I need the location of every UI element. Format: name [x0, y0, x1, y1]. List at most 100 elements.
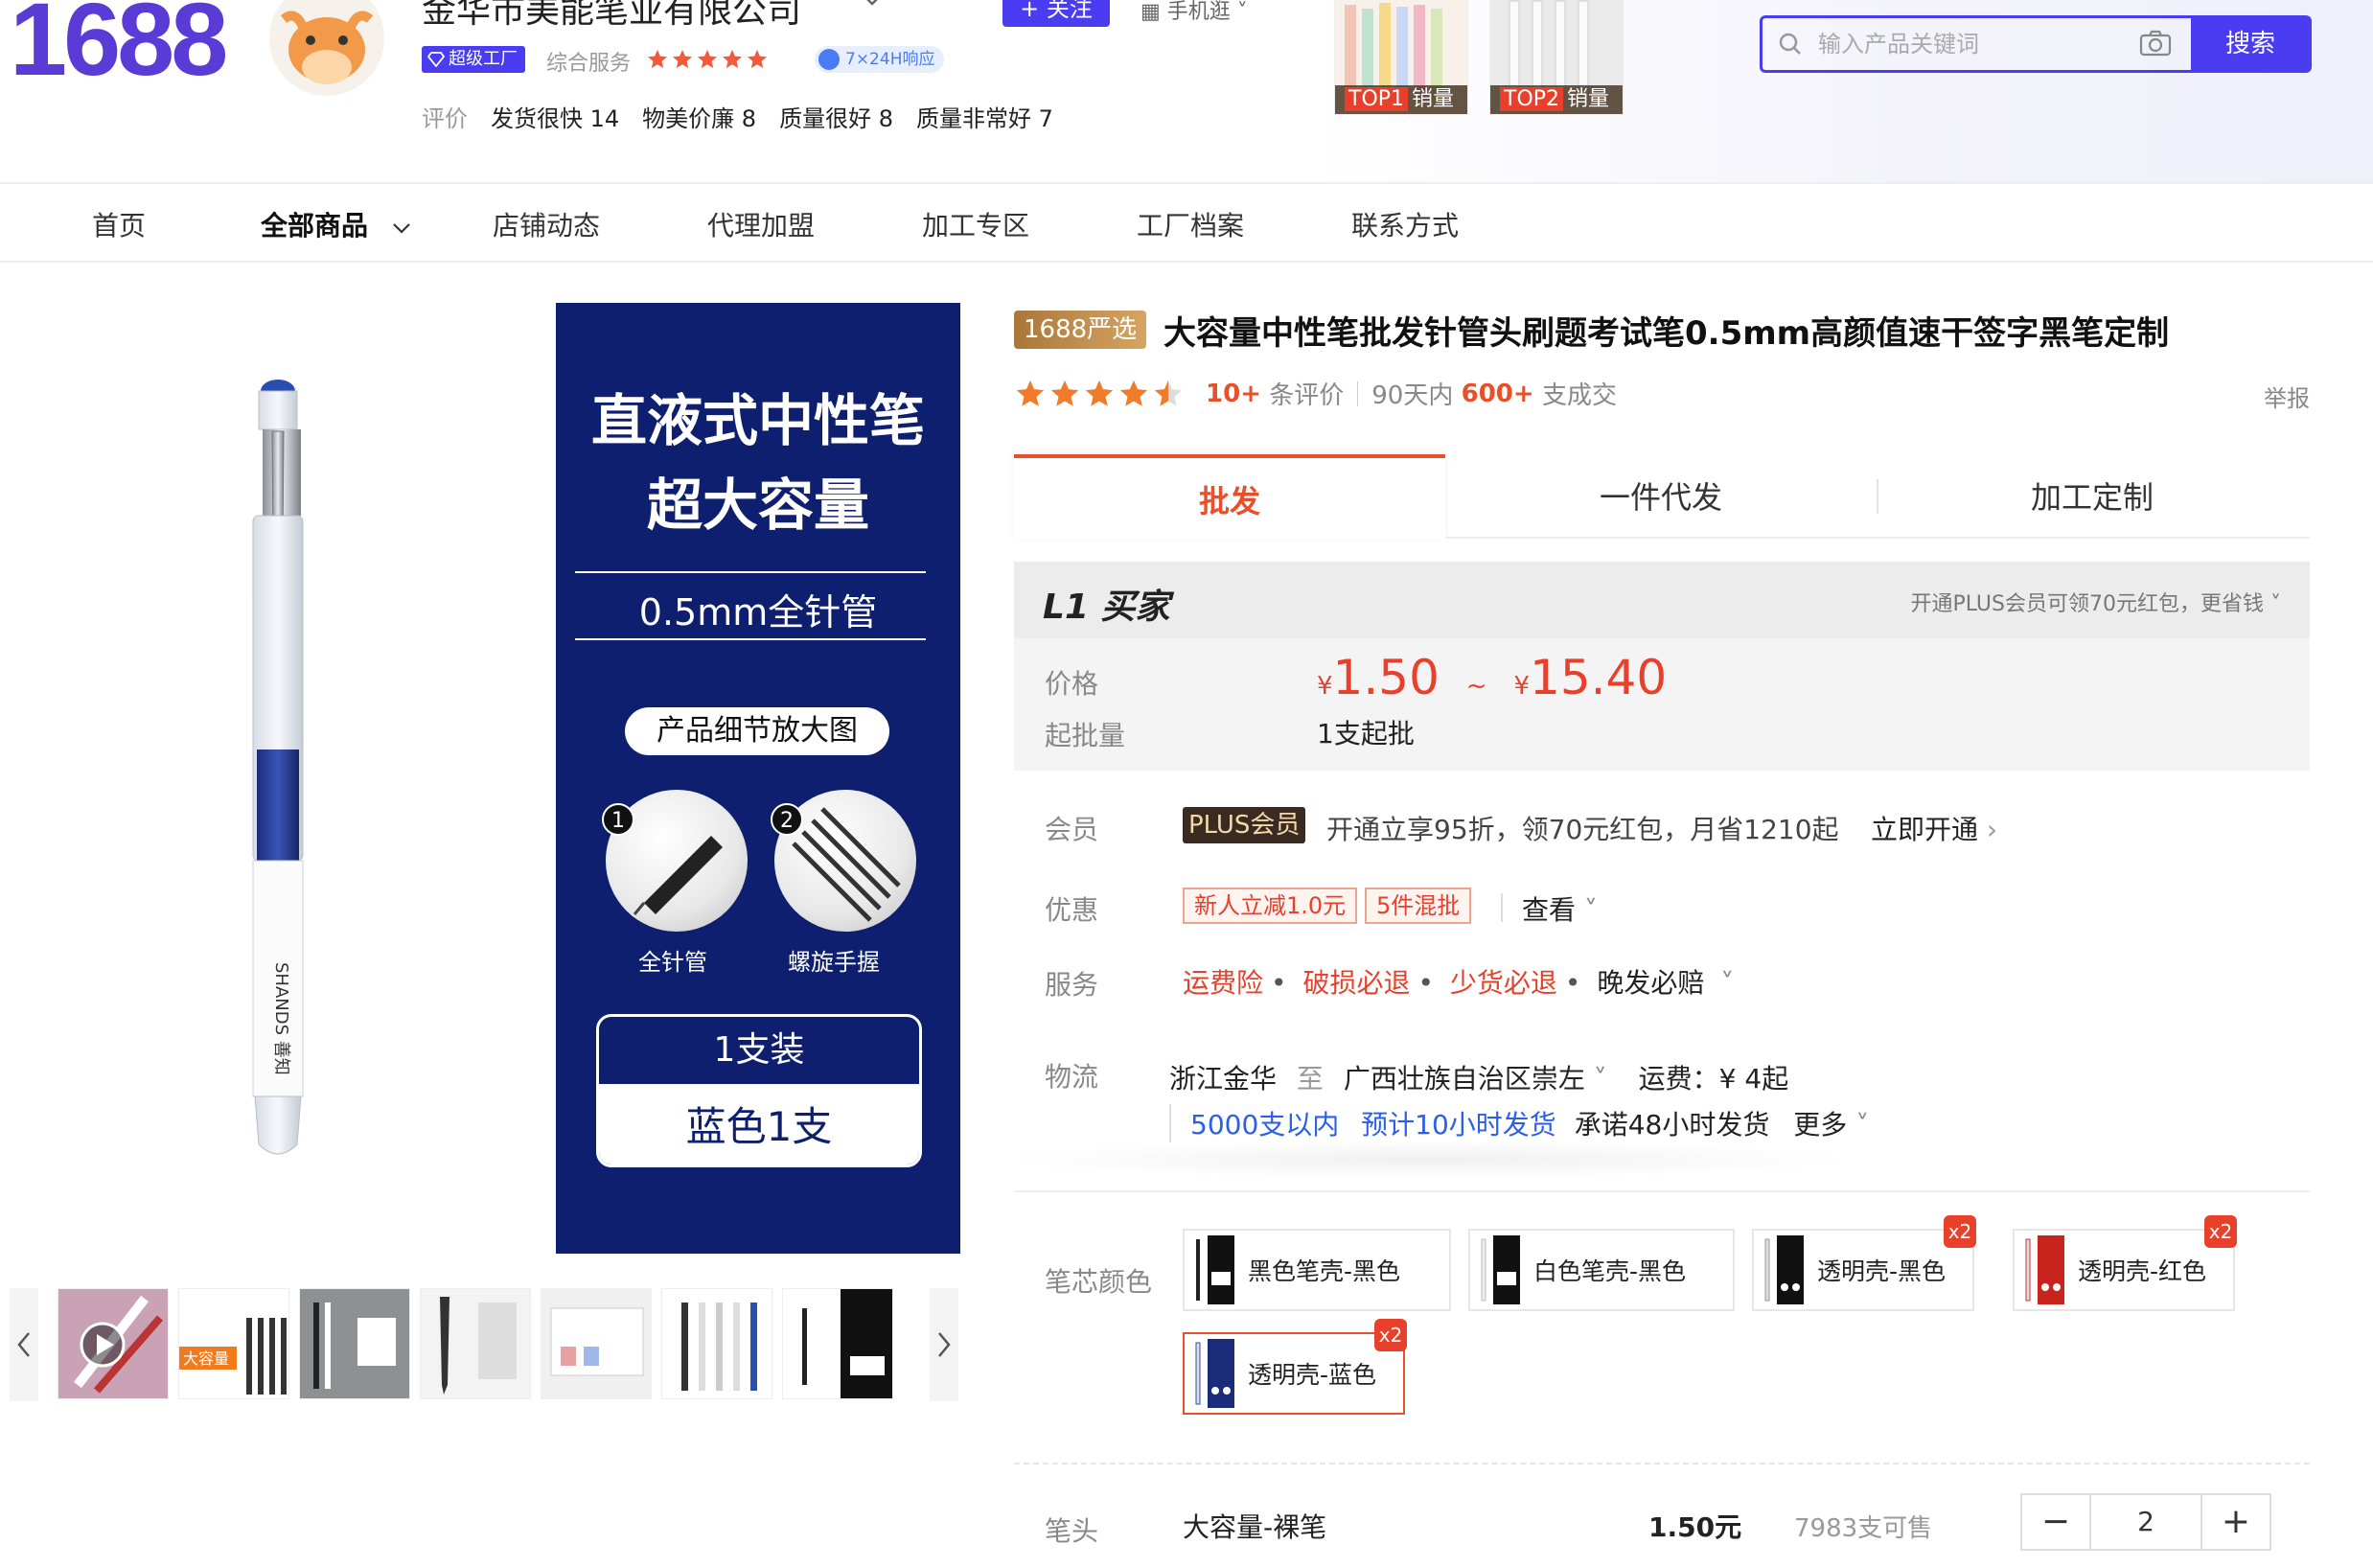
search-button[interactable]: 搜索 — [2191, 15, 2310, 73]
nav-factory[interactable]: 工厂档案 — [1137, 205, 1244, 243]
tab-custom[interactable]: 加工定制 — [1877, 454, 2308, 539]
super-factory-badge: 超级工厂 — [422, 46, 525, 73]
plus-text: 开通立享95折，领70元红包，月省1210起 — [1326, 814, 1839, 845]
sku-option[interactable]: 白色笔壳-黑色 — [1468, 1229, 1735, 1311]
report-link[interactable]: 举报 — [2264, 380, 2310, 413]
top-product-2[interactable]: TOP2 销量 — [1489, 0, 1624, 115]
nav-agent[interactable]: 代理加盟 — [707, 205, 815, 243]
search-input[interactable] — [1818, 31, 2182, 58]
coupon-view-link[interactable]: 查看 ˅ — [1522, 889, 1598, 928]
product-detail-banner[interactable]: 直液式中性笔 超大容量 0.5mm全针管 产品细节放大图 1 全针管 2 螺旋手… — [556, 303, 960, 1254]
composite-service-label: 综合服务 — [546, 52, 632, 76]
thumb-prev-button[interactable] — [10, 1288, 38, 1401]
service-item: 少货必退 — [1449, 967, 1557, 999]
chevron-left-icon — [17, 1332, 30, 1357]
sku-option[interactable]: 透明壳-红色 x2 — [2013, 1215, 2237, 1311]
sku-option-selected[interactable]: 透明壳-蓝色 x2 — [1183, 1319, 1407, 1415]
sku-option[interactable]: 透明壳-黑色 x2 — [1752, 1215, 1976, 1311]
service-stars — [646, 48, 769, 71]
top-product-1[interactable]: TOP1 销量 — [1334, 0, 1468, 115]
shop-avatar[interactable] — [266, 0, 387, 96]
divider — [1357, 380, 1359, 406]
quantity-input[interactable]: 2 — [2089, 1495, 2202, 1549]
thumbnail[interactable] — [299, 1288, 410, 1399]
promo-line3: 0.5mm全针管 — [638, 591, 878, 634]
nav-contact[interactable]: 联系方式 — [1351, 205, 1459, 243]
diamond-icon — [427, 52, 445, 67]
detail-number-1: 1 — [602, 803, 634, 836]
divider — [1014, 1463, 2310, 1464]
coupon-badge[interactable]: 新人立减1.0元 — [1183, 888, 1358, 924]
thumbnail[interactable] — [541, 1288, 652, 1399]
divider — [575, 571, 926, 573]
chevron-down-icon: ˅ — [1855, 1109, 1870, 1141]
nav-processing[interactable]: 加工专区 — [922, 205, 1029, 243]
eval-item: 物美价廉 8 — [642, 105, 757, 132]
sku-thumbnail — [1195, 1339, 1234, 1408]
shop-header: 1688 金华市美能笔业有限公司 + 关注 ▦ 手机逛 ˅ 超级工厂 综合服务 … — [0, 0, 2373, 182]
thumbnail-video[interactable] — [58, 1288, 169, 1399]
service-label: 服务 — [1045, 969, 1099, 1001]
increase-button[interactable]: + — [2202, 1495, 2269, 1549]
buyer-level-bar: L1 买家 开通PLUS会员可领70元红包，更省钱 ˅ — [1014, 562, 2310, 638]
service-row[interactable]: 运费险 • 破损必退 • 少货必退 • 晚发必赔 ˅ — [1183, 962, 1734, 1001]
service-item: 运费险 — [1183, 967, 1264, 999]
nav-all-products[interactable]: 全部商品 — [261, 205, 412, 243]
shipping-route: 浙江金华 至 广西壮族自治区崇左 ˅ 运费：¥ 4起 — [1169, 1063, 1789, 1095]
sku-thumbnail — [1764, 1235, 1804, 1304]
star-icon — [748, 50, 767, 68]
service-item: 破损必退 — [1302, 967, 1411, 999]
sales-count: 600+ — [1461, 379, 1534, 408]
shipping-time: 5000支以内 预计10小时发货 承诺48小时发货 更多 ˅ — [1169, 1104, 1869, 1142]
multi-badge: x2 — [1944, 1215, 1976, 1248]
ship-more-link[interactable]: 更多 ˅ — [1793, 1109, 1869, 1141]
chevron-down-icon: ˅ — [1720, 967, 1735, 999]
mobile-link[interactable]: ▦ 手机逛 ˅ — [1140, 0, 1248, 25]
nav-home[interactable]: 首页 — [92, 205, 146, 243]
shop-name[interactable]: 金华市美能笔业有限公司 — [422, 0, 801, 33]
service-item: 晚发必赔 — [1597, 967, 1705, 999]
follow-button[interactable]: + 关注 — [1002, 0, 1110, 27]
chevron-down-icon: ˅ — [1583, 894, 1598, 926]
sku-option[interactable]: 黑色笔壳-黑色 — [1183, 1229, 1451, 1311]
review-count[interactable]: 10+ — [1206, 380, 1261, 408]
eval-item: 质量很好 8 — [779, 105, 893, 132]
plus-hint[interactable]: 开通PLUS会员可领70元红包，更省钱 ˅ — [1911, 587, 2282, 617]
pack-count: 1支装 — [713, 1030, 805, 1070]
chevron-down-icon[interactable] — [861, 0, 884, 8]
thumbnail[interactable] — [782, 1288, 893, 1399]
thumbnail[interactable] — [661, 1288, 772, 1399]
sales-prefix: 90天内 — [1371, 381, 1454, 410]
chevron-right-icon: › — [1986, 814, 1998, 845]
main-product-image[interactable]: SHANDS 善知 — [238, 378, 318, 1173]
ship-promise: 承诺48小时发货 — [1574, 1109, 1770, 1141]
site-logo[interactable]: 1688 — [10, 0, 228, 99]
multi-badge: x2 — [2204, 1215, 2237, 1248]
product-title: 大容量中性笔批发针管头刷题考试笔0.5mm高颜值速干签字黑笔定制 — [1163, 314, 2170, 353]
detail-number-2: 2 — [771, 803, 803, 836]
detail-caption-2: 螺旋手握 — [788, 949, 880, 976]
ship-to-select[interactable]: 广西壮族自治区崇左 ˅ — [1344, 1063, 1607, 1095]
detail-caption-1: 全针管 — [638, 949, 707, 976]
shop-evaluation: 评价 发货很快 14 物美价廉 8 质量很好 8 质量非常好 7 — [422, 100, 1053, 133]
plus-open-link[interactable]: 立即开通 › — [1871, 809, 1997, 847]
price-range: ¥1.50 ~ ¥15.40 — [1317, 650, 1668, 705]
thumbnail[interactable]: 大容量 — [178, 1288, 289, 1399]
pack-color: 蓝色1支 — [599, 1084, 919, 1164]
review-label[interactable]: 条评价 — [1269, 376, 1344, 411]
tab-dropship[interactable]: 一件代发 — [1445, 454, 1877, 539]
nav-shop-news[interactable]: 店铺动态 — [493, 205, 600, 243]
buyer-level: L1 买家 — [1043, 588, 1170, 627]
plus-badge: PLUS会员 — [1183, 807, 1306, 843]
plus-icon: + — [1020, 0, 1047, 22]
decrease-button[interactable]: − — [2022, 1495, 2089, 1549]
multi-badge: x2 — [1374, 1319, 1407, 1351]
coupon-badge[interactable]: 5件混批 — [1365, 888, 1472, 924]
thumb-next-button[interactable] — [930, 1288, 958, 1401]
tip-label: 笔头 — [1045, 1515, 1099, 1547]
tab-wholesale[interactable]: 批发 — [1014, 454, 1445, 539]
thumbnail[interactable] — [420, 1288, 531, 1399]
camera-icon[interactable] — [2138, 28, 2173, 58]
chevron-down-icon: ˅ — [2270, 592, 2281, 616]
chevron-down-icon — [392, 223, 410, 234]
